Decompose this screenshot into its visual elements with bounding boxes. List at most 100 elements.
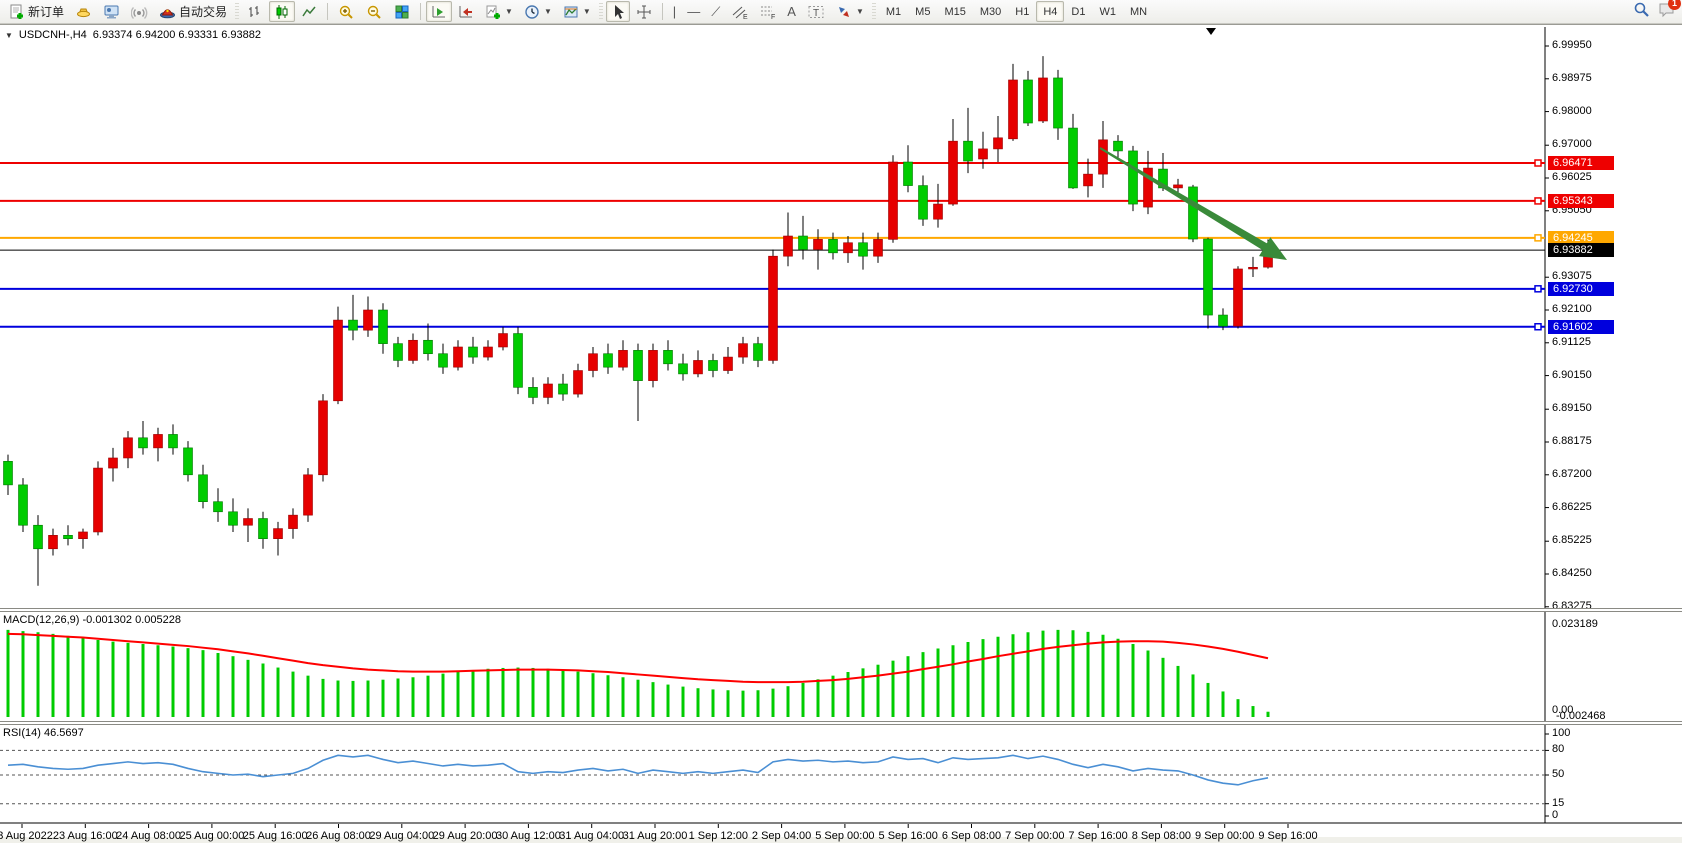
- date-axis-label: 25 Aug 00:00: [179, 830, 244, 842]
- svg-text:E: E: [743, 14, 748, 20]
- arrows-tool-button[interactable]: ▼: [831, 1, 869, 22]
- auto-trading-icon: [159, 4, 176, 20]
- price-axis-label: 6.98000: [1552, 105, 1592, 117]
- channel-icon: E: [731, 4, 748, 20]
- chart-symbol-period: USDCNH-,H4: [19, 29, 87, 41]
- crosshair-tool-button[interactable]: [631, 1, 657, 22]
- notification-badge: 1: [1668, 0, 1681, 10]
- timeframe-button-h4[interactable]: H4: [1036, 1, 1064, 22]
- date-axis-label: 5 Sep 16:00: [879, 830, 938, 842]
- label-tool-button[interactable]: T: [802, 1, 830, 22]
- web-terminal-button[interactable]: [98, 1, 125, 22]
- chart-shift-button[interactable]: [453, 1, 479, 22]
- date-axis-label: 8 Sep 08:00: [1132, 830, 1191, 842]
- timeframe-button-m5[interactable]: M5: [908, 1, 937, 22]
- timeframe-button-m1[interactable]: M1: [879, 1, 908, 22]
- new-order-button[interactable]: 新订单: [4, 1, 69, 22]
- horizontal-line-icon: —: [687, 5, 700, 18]
- vertical-line-tool-button[interactable]: |: [668, 1, 681, 22]
- auto-scroll-button[interactable]: [426, 1, 452, 22]
- timeframe-button-h1[interactable]: H1: [1008, 1, 1036, 22]
- channel-tool-button[interactable]: E: [726, 1, 753, 22]
- rsi-axis-label: 15: [1552, 797, 1564, 809]
- signals-button[interactable]: [126, 1, 153, 22]
- horizontal-line-tool-button[interactable]: —: [682, 1, 705, 22]
- crosshair-icon: [636, 4, 652, 20]
- current-price-badge: 6.93882: [1548, 243, 1614, 257]
- timeframe-button-m15[interactable]: M15: [937, 1, 972, 22]
- date-axis-label: 29 Aug 04:00: [369, 830, 434, 842]
- scroll-end-marker-icon[interactable]: [1206, 28, 1216, 35]
- price-axis-label: 6.85225: [1552, 534, 1592, 546]
- date-axis-label: 29 Aug 20:00: [433, 830, 498, 842]
- price-level-badge: 6.92730: [1548, 282, 1614, 296]
- text-icon: A: [787, 5, 796, 18]
- date-axis-label: 5 Sep 00:00: [815, 830, 874, 842]
- line-chart-button[interactable]: [296, 1, 322, 22]
- candlestick-chart-button[interactable]: [269, 1, 295, 22]
- dropdown-arrow-icon: ▼: [583, 7, 591, 16]
- search-icon[interactable]: [1633, 1, 1650, 18]
- svg-text:F: F: [771, 14, 775, 20]
- timeframe-button-mn[interactable]: MN: [1123, 1, 1154, 22]
- toolbar-separator: [327, 3, 328, 20]
- timeframe-button-m30[interactable]: M30: [973, 1, 1008, 22]
- templates-button[interactable]: ▼: [558, 1, 596, 22]
- toolbar-grip: [599, 3, 603, 21]
- zoom-in-button[interactable]: [333, 1, 360, 22]
- price-axis-label: 6.96025: [1552, 171, 1592, 183]
- date-axis-label: 23 Aug 16:00: [53, 830, 118, 842]
- toolbar-separator: [662, 3, 663, 20]
- date-axis-label: 24 Aug 08:00: [116, 830, 181, 842]
- price-axis-label: 6.92100: [1552, 303, 1592, 315]
- notifications-button[interactable]: 1: [1658, 1, 1676, 18]
- timeframe-group: M1M5M15M30H1H4D1W1MN: [879, 1, 1154, 22]
- fibonacci-tool-button[interactable]: F: [754, 1, 781, 22]
- add-indicator-button[interactable]: ▼: [480, 1, 518, 22]
- bar-chart-button[interactable]: [242, 1, 268, 22]
- price-axis-label: 6.89150: [1552, 402, 1592, 414]
- timeframe-button-w1[interactable]: W1: [1092, 1, 1123, 22]
- pane-splitter[interactable]: [0, 721, 1682, 725]
- zoom-out-button[interactable]: [361, 1, 388, 22]
- date-axis-label: 31 Aug 04:00: [559, 830, 624, 842]
- text-tool-button[interactable]: A: [782, 1, 801, 22]
- date-axis-label: 31 Aug 20:00: [623, 830, 688, 842]
- periods-button[interactable]: ▼: [519, 1, 557, 22]
- cursor-tool-button[interactable]: [606, 1, 630, 22]
- timeframe-button-d1[interactable]: D1: [1064, 1, 1092, 22]
- toolbar-right-group: 1: [1633, 1, 1676, 18]
- line-chart-icon: [301, 4, 317, 20]
- dropdown-arrow-icon: ▼: [544, 7, 552, 16]
- auto-scroll-icon: [431, 4, 447, 20]
- deposit-button[interactable]: [70, 1, 97, 22]
- price-axis-label: 6.99950: [1552, 39, 1592, 51]
- rsi-axis-label: 80: [1552, 743, 1564, 755]
- date-axis-label: 7 Sep 16:00: [1068, 830, 1127, 842]
- price-axis-label: 6.93075: [1552, 270, 1592, 282]
- date-axis-label: 26 Aug 08:00: [306, 830, 371, 842]
- rsi-axis-label: 0: [1552, 809, 1558, 821]
- dropdown-arrow-icon: ▼: [856, 7, 864, 16]
- zoom-out-icon: [366, 4, 383, 20]
- chart-shift-icon: [458, 4, 474, 20]
- date-axis-label: 23 Aug 2022: [0, 830, 53, 842]
- bar-chart-icon: [247, 4, 263, 20]
- collapse-arrow-icon[interactable]: ▼: [5, 31, 13, 40]
- rsi-axis-label: 50: [1552, 768, 1564, 780]
- price-axis-label: 6.87200: [1552, 468, 1592, 480]
- macd-indicator-label: MACD(12,26,9) -0.001302 0.005228: [3, 614, 181, 626]
- pane-splitter[interactable]: [0, 608, 1682, 612]
- trendline-tool-button[interactable]: ⟋: [706, 1, 725, 22]
- auto-trading-button[interactable]: 自动交易: [154, 1, 232, 22]
- rsi-axis-label: 100: [1552, 727, 1570, 739]
- candlestick-chart-icon: [274, 4, 290, 20]
- trading-terminal: 新订单 自动交易: [0, 0, 1682, 843]
- date-axis-label: 9 Sep 00:00: [1195, 830, 1254, 842]
- main-toolbar: 新订单 自动交易: [0, 0, 1682, 24]
- date-axis-label: 30 Aug 12:00: [496, 830, 561, 842]
- tile-windows-button[interactable]: [389, 1, 415, 22]
- macd-axis-label: 0.023189: [1552, 618, 1598, 630]
- text-label-icon: T: [807, 4, 825, 20]
- clock-icon: [524, 4, 540, 20]
